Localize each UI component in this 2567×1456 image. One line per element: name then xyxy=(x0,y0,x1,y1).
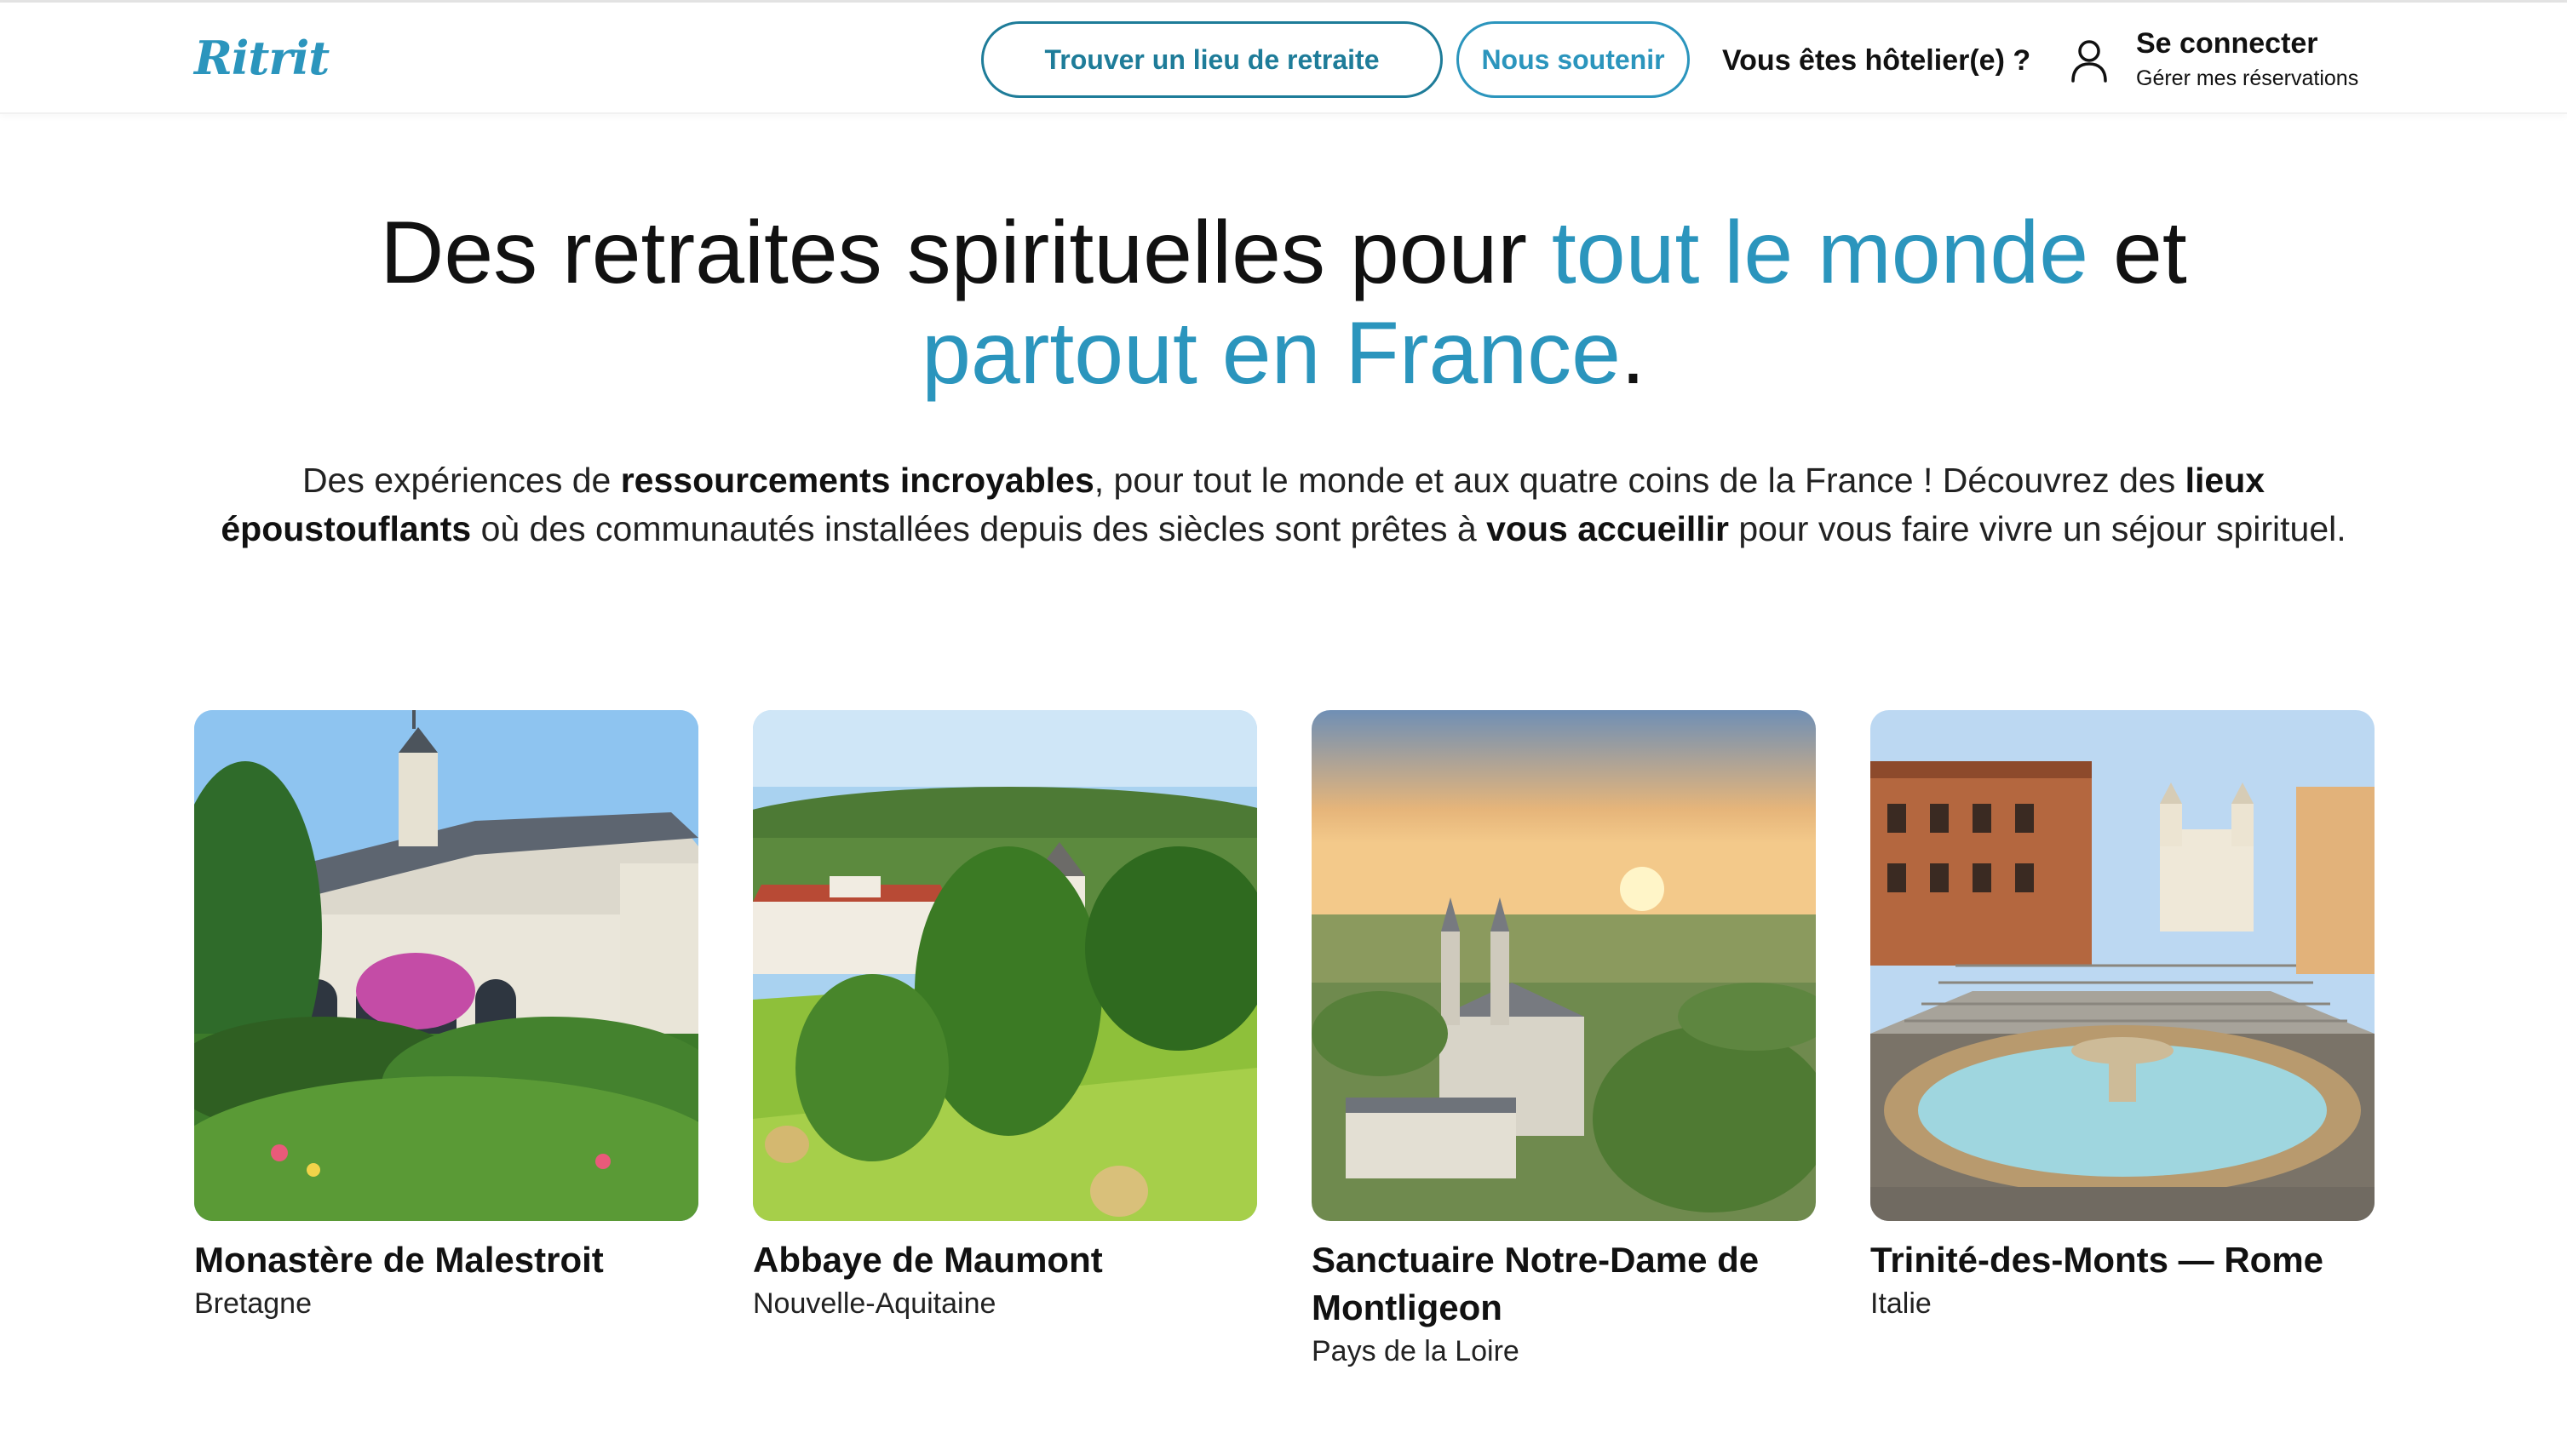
hero-title: Des retraites spirituelles pour tout le … xyxy=(134,203,2433,404)
logo[interactable]: Ritrit xyxy=(194,28,330,88)
retreat-title[interactable]: Trinité-des-Monts — Rome xyxy=(1870,1236,2375,1284)
retreat-card[interactable]: Sanctuaire Notre-Dame de Montligeon Pays… xyxy=(1312,710,1816,1371)
hero-title-accent: partout en France xyxy=(922,304,1622,403)
user-icon[interactable] xyxy=(2070,38,2109,83)
desc-bold: ressourcements incroyables xyxy=(620,461,1094,500)
retreat-photo[interactable] xyxy=(1870,710,2375,1221)
hero-title-part: et xyxy=(2088,203,2187,302)
desc-bold: vous accueillir xyxy=(1486,509,1729,548)
retreat-photo[interactable] xyxy=(753,710,1257,1221)
retreat-region: Bretagne xyxy=(194,1287,312,1320)
site-header: Ritrit Trouver un lieu de retraite Nous … xyxy=(0,3,2567,114)
retreat-title[interactable]: Monastère de Malestroit xyxy=(194,1236,698,1284)
retreat-region: Italie xyxy=(1870,1287,1932,1320)
retreat-title[interactable]: Abbaye de Maumont xyxy=(753,1236,1257,1284)
find-retreat-button[interactable]: Trouver un lieu de retraite xyxy=(981,21,1443,98)
hotelier-link[interactable]: Vous êtes hôtelier(e) ? xyxy=(1722,37,2030,84)
retreat-region: Nouvelle-Aquitaine xyxy=(753,1287,996,1320)
retreat-card[interactable]: Trinité-des-Monts — Rome Italie xyxy=(1870,710,2375,1323)
manage-bookings-link[interactable]: Gérer mes réservations xyxy=(2136,64,2358,93)
support-button[interactable]: Nous soutenir xyxy=(1456,21,1690,98)
hero-title-accent: tout le monde xyxy=(1551,203,2089,302)
hero-title-part: . xyxy=(1621,304,1645,403)
retreat-title[interactable]: Sanctuaire Notre-Dame de Montligeon xyxy=(1312,1236,1816,1332)
retreat-photo[interactable] xyxy=(194,710,698,1221)
hero-description: Des expériences de ressourcements incroy… xyxy=(196,456,2371,553)
desc-text: Des expériences de xyxy=(301,461,621,500)
retreat-region: Pays de la Loire xyxy=(1312,1335,1519,1367)
desc-text: pour vous faire vivre un séjour spiritue… xyxy=(1728,509,2346,548)
retreat-card[interactable]: Abbaye de Maumont Nouvelle-Aquitaine xyxy=(753,710,1257,1323)
desc-text: , pour tout le monde et aux quatre coins… xyxy=(1094,461,2185,500)
retreat-card[interactable]: Monastère de Malestroit Bretagne xyxy=(194,710,698,1323)
login-link[interactable]: Se connecter xyxy=(2136,25,2318,62)
desc-text: où des communautés installées depuis des… xyxy=(471,509,1487,548)
hero-title-part: Des retraites spirituelles pour xyxy=(380,203,1552,302)
retreat-photo[interactable] xyxy=(1312,710,1816,1221)
